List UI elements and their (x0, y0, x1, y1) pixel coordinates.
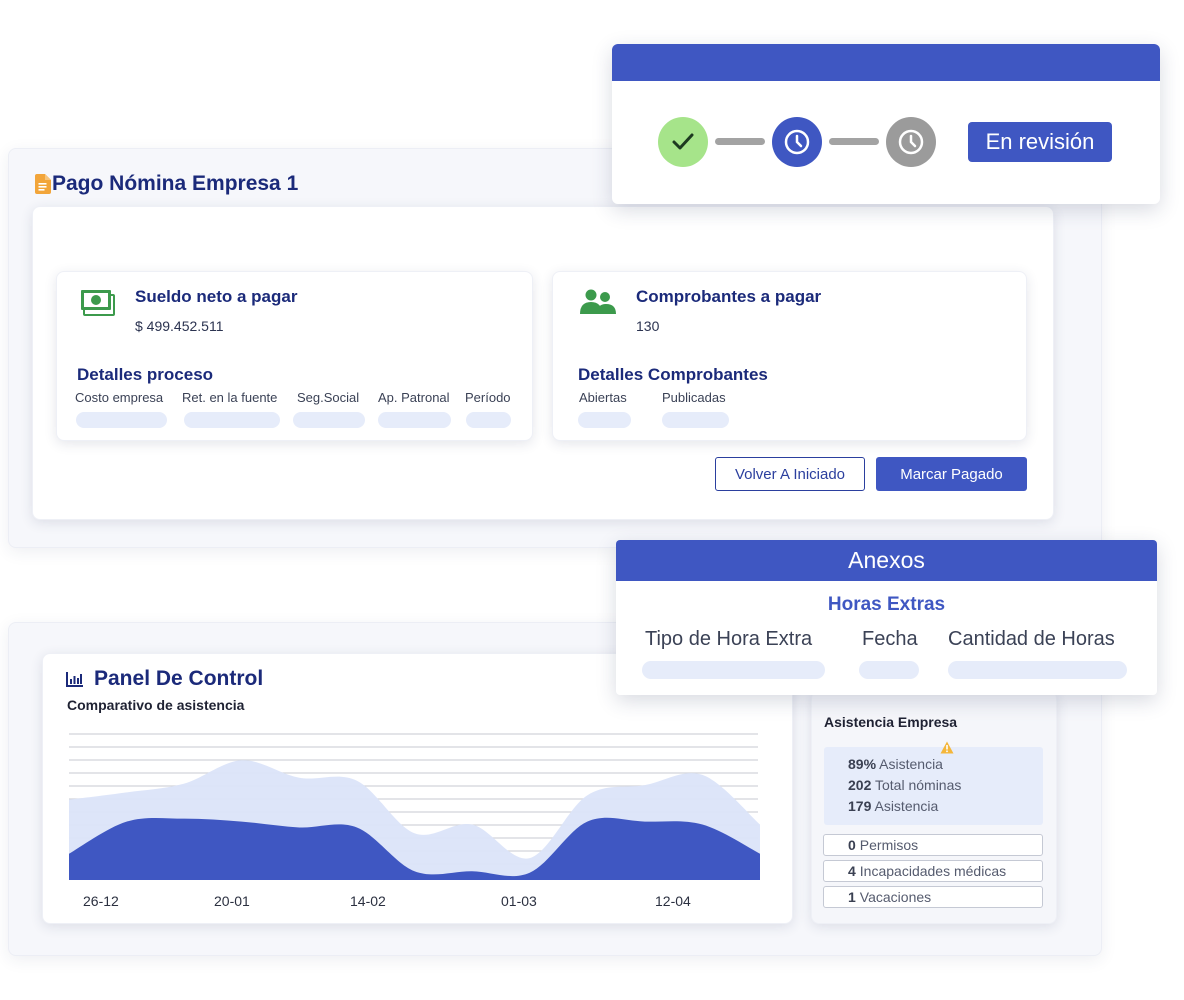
annexes-popup: Anexos Horas Extras Tipo de Hora Extra F… (616, 540, 1157, 695)
step-pending (886, 117, 936, 167)
chart-subtitle: Comparativo de asistencia (67, 697, 245, 713)
x-tick-label: 20-01 (214, 893, 250, 909)
overtime-subtitle: Horas Extras (827, 594, 946, 615)
placeholder-publicadas (662, 412, 729, 428)
x-tick-label: 26-12 (83, 893, 119, 909)
salary-value: $ 499.452.511 (135, 318, 224, 334)
col-abiertas: Abiertas (579, 390, 627, 405)
col-retencion: Ret. en la fuente (182, 390, 278, 405)
step-connector (715, 138, 765, 145)
col-ap-patronal: Ap. Patronal (378, 390, 450, 405)
warning-icon (940, 741, 954, 754)
users-icon (580, 289, 616, 314)
vouchers-details-title: Detalles Comprobantes (578, 365, 768, 384)
attendance-title: Asistencia Empresa (824, 714, 958, 730)
placeholder-abiertas (578, 412, 631, 428)
col-publicadas: Publicadas (662, 390, 726, 405)
status-badge: En revisión (968, 122, 1112, 162)
money-icon (81, 290, 115, 316)
col-seg-social: Seg.Social (297, 390, 360, 405)
placeholder-seg-social (293, 412, 365, 428)
attendance-row-vacaciones: 1 Vacaciones (823, 886, 1043, 908)
vouchers-title: Comprobantes a pagar (636, 287, 822, 306)
mark-paid-button[interactable]: Marcar Pagado (876, 457, 1027, 491)
clock-icon (898, 129, 924, 155)
placeholder-cantidad (948, 661, 1127, 679)
placeholder-fecha (859, 661, 919, 679)
col-periodo: Período (465, 390, 511, 405)
bar-chart-icon (66, 672, 83, 687)
salary-title: Sueldo neto a pagar (135, 287, 298, 306)
clock-icon (784, 129, 810, 155)
step-completed (658, 117, 708, 167)
attendance-row-incapacidades: 4 Incapacidades médicas (823, 860, 1043, 882)
col-costo-empresa: Costo empresa (75, 390, 164, 405)
x-tick-label: 01-03 (501, 893, 537, 909)
attendance-stat: 179 Asistencia (848, 798, 939, 814)
step-current (772, 117, 822, 167)
placeholder-periodo (466, 412, 511, 428)
status-popup-header (612, 44, 1160, 81)
attendance-row-permisos: 0 Permisos (823, 834, 1043, 856)
status-popup: En revisión (612, 44, 1160, 204)
annexes-title: Anexos (616, 540, 1157, 581)
attendance-stat: 89% Asistencia (848, 756, 943, 772)
vouchers-value: 130 (636, 318, 660, 334)
dashboard-title: Panel De Control (94, 667, 264, 690)
x-tick-label: 12-04 (655, 893, 691, 909)
back-to-initiated-button[interactable]: Volver A Iniciado (715, 457, 865, 491)
placeholder-retencion (184, 412, 280, 428)
step-connector (829, 138, 879, 145)
document-icon (35, 174, 51, 194)
payroll-title: Pago Nómina Empresa 1 (52, 172, 299, 195)
col-cantidad-horas: Cantidad de Horas (948, 628, 1115, 650)
check-icon (672, 133, 694, 150)
col-fecha: Fecha (862, 628, 918, 650)
col-tipo-hora-extra: Tipo de Hora Extra (645, 628, 813, 650)
placeholder-tipo (642, 661, 825, 679)
placeholder-ap-patronal (378, 412, 451, 428)
x-tick-label: 14-02 (350, 893, 386, 909)
process-details-title: Detalles proceso (77, 365, 214, 384)
attendance-stat: 202 Total nóminas (848, 777, 962, 793)
placeholder-costo-empresa (76, 412, 167, 428)
